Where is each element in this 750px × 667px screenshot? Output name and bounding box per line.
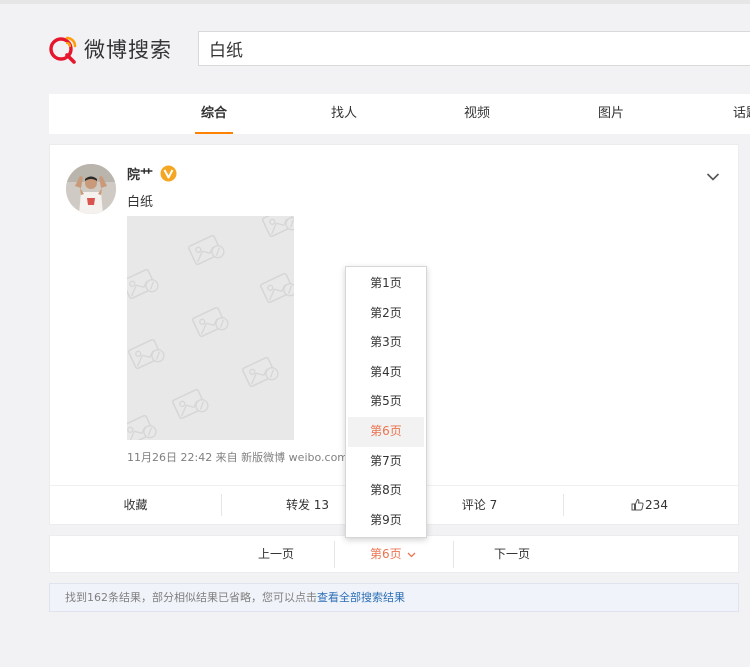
view-all-results-link[interactable]: 查看全部搜索结果 bbox=[317, 591, 405, 604]
search-logo-icon bbox=[48, 34, 78, 64]
chevron-down-icon bbox=[407, 536, 416, 572]
top-border bbox=[0, 0, 750, 4]
page-option[interactable]: 第7页 bbox=[348, 447, 424, 477]
next-page-link[interactable]: 下一页 bbox=[494, 536, 530, 572]
results-notice: 找到162条结果，部分相似结果已省略，您可以点击查看全部搜索结果 bbox=[49, 583, 739, 612]
chevron-down-icon[interactable] bbox=[706, 167, 720, 181]
current-page-label: 第6页 bbox=[370, 547, 402, 561]
post-username[interactable]: 院艹 bbox=[127, 164, 153, 183]
like-count: 234 bbox=[645, 498, 668, 512]
tab-topics[interactable]: 话题 bbox=[725, 94, 750, 134]
post-meta: 11月26日 22:42 来自 新版微博 weibo.com bbox=[127, 451, 349, 464]
search-box bbox=[198, 31, 750, 66]
verified-badge-icon bbox=[160, 165, 177, 182]
post-image-placeholder[interactable] bbox=[127, 216, 294, 440]
favorite-button[interactable]: 收藏 bbox=[50, 486, 221, 525]
page-option[interactable]: 第1页 bbox=[348, 269, 424, 299]
tab-general[interactable]: 综合 bbox=[195, 94, 233, 134]
page-option[interactable]: 第3页 bbox=[348, 328, 424, 358]
like-button[interactable]: 234 bbox=[564, 486, 735, 525]
page-option[interactable]: 第2页 bbox=[348, 299, 424, 329]
page-option[interactable]: 第9页 bbox=[348, 506, 424, 536]
pager-divider bbox=[334, 541, 335, 568]
pager-divider bbox=[453, 541, 454, 568]
pagination: 上一页 第6页 下一页 bbox=[49, 535, 739, 573]
logo-text: 微博搜索 bbox=[84, 38, 172, 62]
tab-images[interactable]: 图片 bbox=[590, 94, 632, 134]
search-tabs: 综合 找人 视频 图片 话题 bbox=[49, 94, 750, 134]
search-input[interactable] bbox=[199, 32, 750, 65]
weibo-search-logo[interactable]: 微博搜索 bbox=[48, 33, 172, 65]
page-option-selected[interactable]: 第6页 bbox=[348, 416, 424, 447]
post-text: 白纸 bbox=[127, 195, 154, 210]
page-option[interactable]: 第8页 bbox=[348, 476, 424, 506]
page-dropdown-menu: 第1页 第2页 第3页 第4页 第5页 第6页 第7页 第8页 第9页 bbox=[345, 266, 427, 538]
tab-users[interactable]: 找人 bbox=[323, 94, 365, 134]
avatar[interactable] bbox=[66, 164, 116, 214]
page-option[interactable]: 第5页 bbox=[348, 387, 424, 417]
prev-page-link[interactable]: 上一页 bbox=[258, 536, 294, 572]
tab-videos[interactable]: 视频 bbox=[456, 94, 498, 134]
thumbs-up-icon bbox=[631, 488, 644, 527]
page-select-toggle[interactable]: 第6页 bbox=[370, 536, 416, 572]
notice-text: 找到162条结果，部分相似结果已省略，您可以点击 bbox=[65, 591, 317, 604]
page-option[interactable]: 第4页 bbox=[348, 358, 424, 388]
